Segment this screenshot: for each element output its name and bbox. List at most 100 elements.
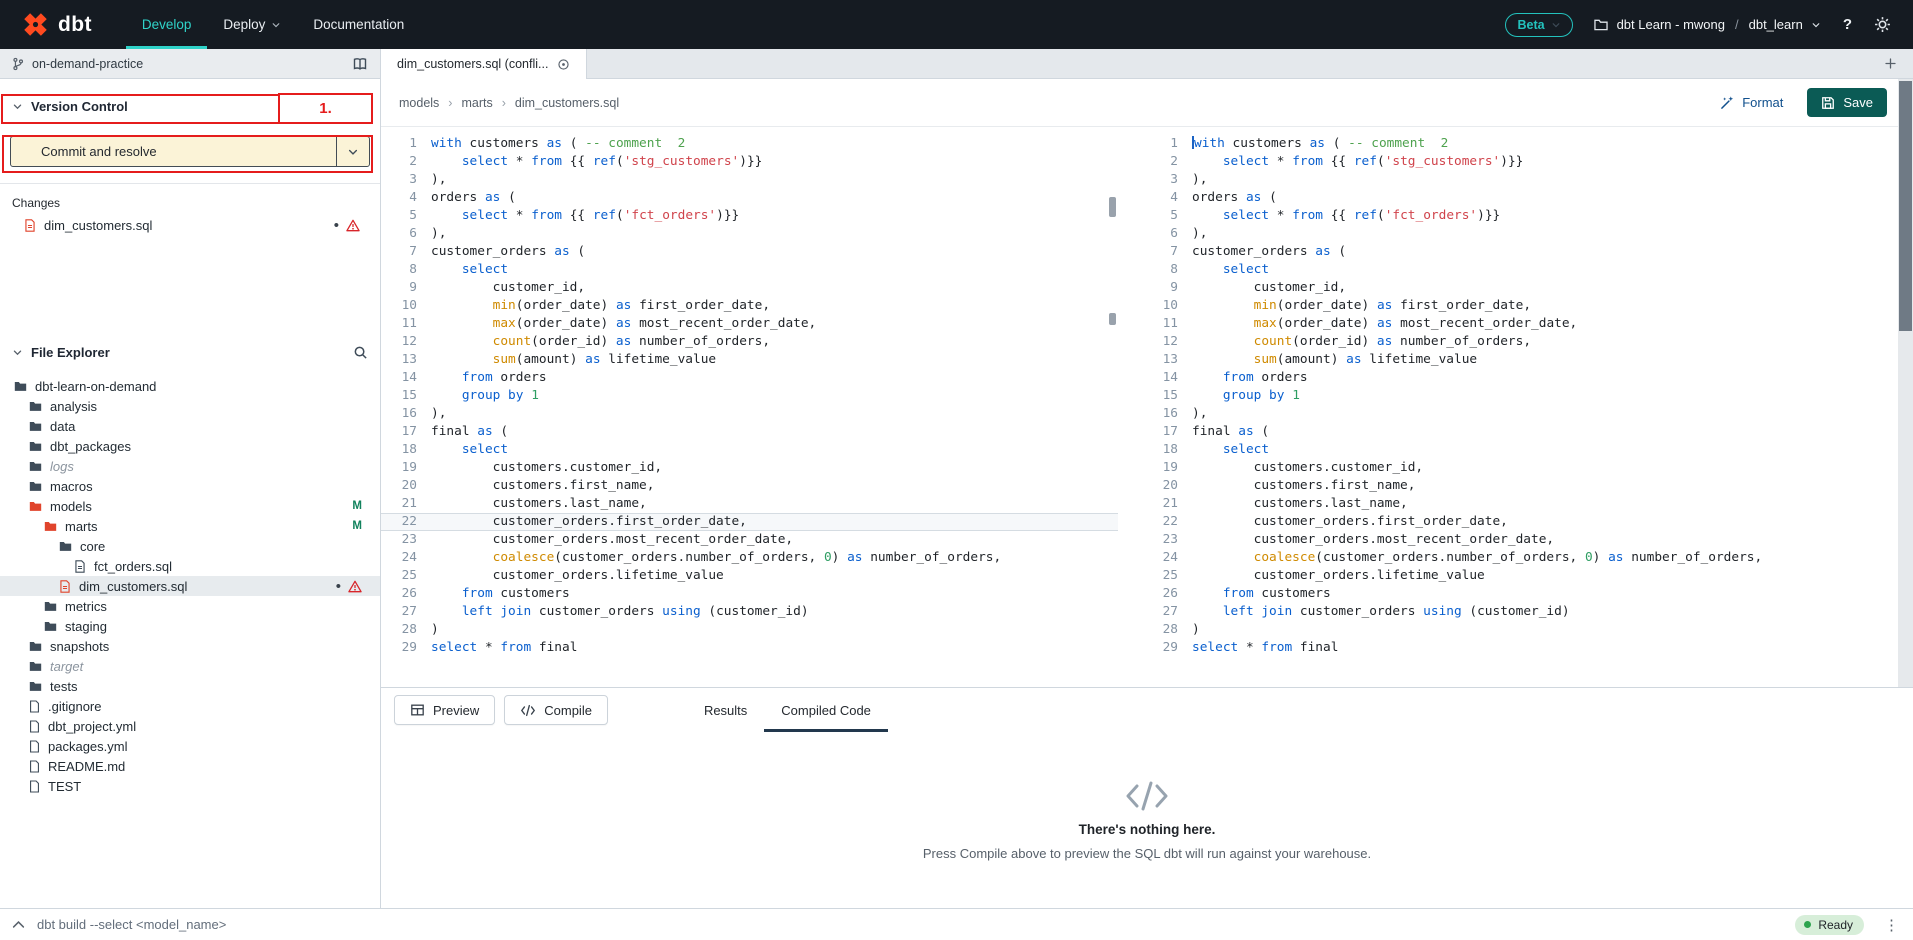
tree-item-dim-customers-sql[interactable]: dim_customers.sql• bbox=[0, 576, 380, 596]
code-line-1[interactable]: 1with customers as ( -- comment 2 bbox=[1142, 135, 1913, 153]
code-line-22[interactable]: 22 customer_orders.first_order_date, bbox=[1142, 513, 1913, 531]
chevron-up-icon[interactable] bbox=[12, 920, 25, 929]
editor-scrollbar[interactable] bbox=[1898, 79, 1913, 687]
overflow-menu-icon[interactable]: ⋮ bbox=[1880, 916, 1903, 934]
code-line-7[interactable]: 7customer_orders as ( bbox=[381, 243, 1118, 261]
code-line-3[interactable]: 3), bbox=[1142, 171, 1913, 189]
settings-gear-icon[interactable] bbox=[1874, 16, 1891, 33]
preview-button[interactable]: Preview bbox=[394, 695, 495, 725]
code-line-21[interactable]: 21 customers.last_name, bbox=[1142, 495, 1913, 513]
code-line-29[interactable]: 29select * from final bbox=[381, 639, 1118, 657]
code-line-23[interactable]: 23 customer_orders.most_recent_order_dat… bbox=[1142, 531, 1913, 549]
code-line-9[interactable]: 9 customer_id, bbox=[1142, 279, 1913, 297]
tree-item-dbt-learn-on-demand[interactable]: dbt-learn-on-demand bbox=[0, 376, 380, 396]
code-line-1[interactable]: 1with customers as ( -- comment 2 bbox=[381, 135, 1118, 153]
editor-pane-right[interactable]: 1with customers as ( -- comment 22 selec… bbox=[1142, 127, 1913, 687]
code-line-15[interactable]: 15 group by 1 bbox=[381, 387, 1118, 405]
code-line-11[interactable]: 11 max(order_date) as most_recent_order_… bbox=[381, 315, 1118, 333]
code-line-6[interactable]: 6), bbox=[1142, 225, 1913, 243]
code-line-27[interactable]: 27 left join customer_orders using (cust… bbox=[1142, 603, 1913, 621]
scrollbar-thumb[interactable] bbox=[1899, 81, 1912, 331]
nav-item-deploy[interactable]: Deploy bbox=[207, 0, 297, 49]
format-button[interactable]: Format bbox=[1720, 95, 1783, 110]
docs-book-icon[interactable] bbox=[352, 57, 368, 71]
code-line-21[interactable]: 21 customers.last_name, bbox=[381, 495, 1118, 513]
tree-item-snapshots[interactable]: snapshots bbox=[0, 636, 380, 656]
change-item-dim-customers-sql[interactable]: dim_customers.sql• bbox=[0, 216, 380, 235]
beta-toggle[interactable]: Beta bbox=[1505, 13, 1572, 37]
code-line-5[interactable]: 5 select * from {{ ref('fct_orders')}} bbox=[1142, 207, 1913, 225]
code-line-22[interactable]: 22 customer_orders.first_order_date, bbox=[381, 513, 1118, 531]
tab-dim-customers-sql[interactable]: dim_customers.sql (confli... bbox=[381, 49, 587, 79]
code-line-25[interactable]: 25 customer_orders.lifetime_value bbox=[1142, 567, 1913, 585]
code-line-16[interactable]: 16), bbox=[1142, 405, 1913, 423]
code-line-7[interactable]: 7customer_orders as ( bbox=[1142, 243, 1913, 261]
tree-item-data[interactable]: data bbox=[0, 416, 380, 436]
nav-item-documentation[interactable]: Documentation bbox=[297, 0, 420, 49]
tree-item-test[interactable]: TEST bbox=[0, 776, 380, 796]
code-line-11[interactable]: 11 max(order_date) as most_recent_order_… bbox=[1142, 315, 1913, 333]
code-line-2[interactable]: 2 select * from {{ ref('stg_customers')}… bbox=[1142, 153, 1913, 171]
code-line-4[interactable]: 4orders as ( bbox=[1142, 189, 1913, 207]
commit-and-resolve-button[interactable]: Commit and resolve bbox=[10, 136, 370, 167]
tree-item-tests[interactable]: tests bbox=[0, 676, 380, 696]
commit-options-button[interactable] bbox=[336, 137, 369, 166]
code-line-13[interactable]: 13 sum(amount) as lifetime_value bbox=[381, 351, 1118, 369]
tree-item-readme-md[interactable]: README.md bbox=[0, 756, 380, 776]
tree-item-models[interactable]: modelsM bbox=[0, 496, 380, 516]
breadcrumb-item-models[interactable]: models bbox=[399, 96, 439, 110]
search-icon[interactable] bbox=[353, 345, 368, 360]
tree-item--gitignore[interactable]: .gitignore bbox=[0, 696, 380, 716]
tree-item-core[interactable]: core bbox=[0, 536, 380, 556]
code-line-20[interactable]: 20 customers.first_name, bbox=[381, 477, 1118, 495]
code-line-17[interactable]: 17final as ( bbox=[381, 423, 1118, 441]
code-line-19[interactable]: 19 customers.customer_id, bbox=[381, 459, 1118, 477]
save-button[interactable]: Save bbox=[1807, 88, 1887, 117]
code-line-15[interactable]: 15 group by 1 bbox=[1142, 387, 1913, 405]
code-line-26[interactable]: 26 from customers bbox=[381, 585, 1118, 603]
code-line-12[interactable]: 12 count(order_id) as number_of_orders, bbox=[1142, 333, 1913, 351]
tree-item-dbt-packages[interactable]: dbt_packages bbox=[0, 436, 380, 456]
code-line-10[interactable]: 10 min(order_date) as first_order_date, bbox=[381, 297, 1118, 315]
code-line-6[interactable]: 6), bbox=[381, 225, 1118, 243]
code-line-28[interactable]: 28) bbox=[381, 621, 1118, 639]
code-line-25[interactable]: 25 customer_orders.lifetime_value bbox=[381, 567, 1118, 585]
code-line-27[interactable]: 27 left join customer_orders using (cust… bbox=[381, 603, 1118, 621]
breadcrumb-item-marts[interactable]: marts bbox=[461, 96, 492, 110]
code-line-28[interactable]: 28) bbox=[1142, 621, 1913, 639]
file-explorer-header[interactable]: File Explorer bbox=[0, 331, 380, 370]
tree-item-staging[interactable]: staging bbox=[0, 616, 380, 636]
code-line-20[interactable]: 20 customers.first_name, bbox=[1142, 477, 1913, 495]
breadcrumb-item-file[interactable]: dim_customers.sql bbox=[515, 96, 619, 110]
code-line-24[interactable]: 24 coalesce(customer_orders.number_of_or… bbox=[1142, 549, 1913, 567]
tree-item-analysis[interactable]: analysis bbox=[0, 396, 380, 416]
code-line-10[interactable]: 10 min(order_date) as first_order_date, bbox=[1142, 297, 1913, 315]
code-line-13[interactable]: 13 sum(amount) as lifetime_value bbox=[1142, 351, 1913, 369]
nav-item-develop[interactable]: Develop bbox=[126, 0, 208, 49]
code-line-23[interactable]: 23 customer_orders.most_recent_order_dat… bbox=[381, 531, 1118, 549]
code-line-24[interactable]: 24 coalesce(customer_orders.number_of_or… bbox=[381, 549, 1118, 567]
code-line-9[interactable]: 9 customer_id, bbox=[381, 279, 1118, 297]
dbt-logo[interactable]: dbt bbox=[22, 11, 92, 38]
tree-item-target[interactable]: target bbox=[0, 656, 380, 676]
code-line-29[interactable]: 29select * from final bbox=[1142, 639, 1913, 657]
tree-item-macros[interactable]: macros bbox=[0, 476, 380, 496]
tree-item-dbt-project-yml[interactable]: dbt_project.yml bbox=[0, 716, 380, 736]
code-line-18[interactable]: 18 select bbox=[381, 441, 1118, 459]
code-line-12[interactable]: 12 count(order_id) as number_of_orders, bbox=[381, 333, 1118, 351]
code-line-8[interactable]: 8 select bbox=[381, 261, 1118, 279]
code-line-17[interactable]: 17final as ( bbox=[1142, 423, 1913, 441]
code-line-16[interactable]: 16), bbox=[381, 405, 1118, 423]
editor-pane-left[interactable]: 1with customers as ( -- comment 22 selec… bbox=[381, 127, 1118, 687]
compile-button[interactable]: Compile bbox=[504, 695, 608, 725]
tab-results[interactable]: Results bbox=[687, 688, 764, 732]
tree-item-logs[interactable]: logs bbox=[0, 456, 380, 476]
tree-item-metrics[interactable]: metrics bbox=[0, 596, 380, 616]
tree-item-packages-yml[interactable]: packages.yml bbox=[0, 736, 380, 756]
code-line-19[interactable]: 19 customers.customer_id, bbox=[1142, 459, 1913, 477]
code-line-14[interactable]: 14 from orders bbox=[1142, 369, 1913, 387]
code-line-4[interactable]: 4orders as ( bbox=[381, 189, 1118, 207]
code-line-26[interactable]: 26 from customers bbox=[1142, 585, 1913, 603]
code-line-18[interactable]: 18 select bbox=[1142, 441, 1913, 459]
code-line-3[interactable]: 3), bbox=[381, 171, 1118, 189]
